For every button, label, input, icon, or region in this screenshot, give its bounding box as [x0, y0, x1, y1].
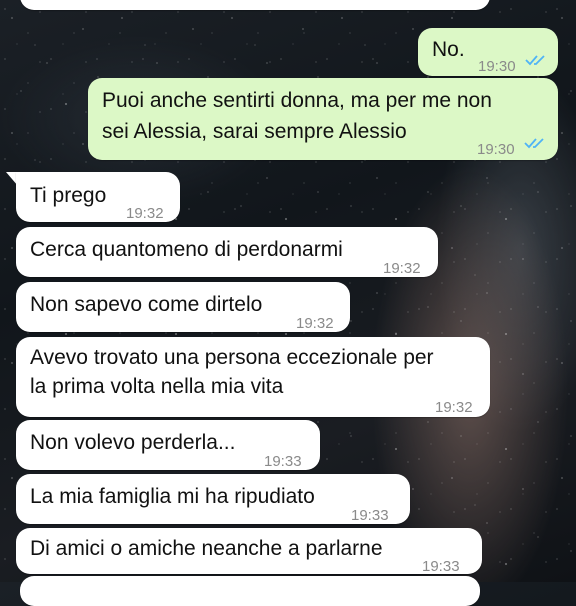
message-time: 19:32: [296, 315, 334, 332]
message-time: 19:33: [422, 558, 460, 575]
message-text-line: Avevo trovato una persona eccezionale pe…: [30, 346, 434, 369]
message-text-line: Puoi anche sentirti donna, ma per me non: [102, 89, 492, 112]
message-time: 19:32: [126, 205, 164, 222]
message-bubble-outgoing[interactable]: Puoi anche sentirti donna, ma per me non…: [88, 78, 558, 160]
message-text: Cerca quantomeno di perdonarmi: [30, 238, 343, 261]
message-bubble-partial-bottom: [20, 576, 480, 606]
message-bubble-incoming[interactable]: Di amici o amiche neanche a parlarne 19:…: [16, 528, 482, 575]
message-text-line: la prima volta nella mia vita: [30, 375, 284, 398]
double-check-icon: [525, 55, 545, 66]
message-text-line: sei Alessia, sarai sempre Alessio: [102, 120, 407, 143]
message-text: Non volevo perderla...: [30, 431, 236, 454]
message-bubble-incoming[interactable]: Avevo trovato una persona eccezionale pe…: [16, 337, 490, 417]
message-bubble-incoming[interactable]: Cerca quantomeno di perdonarmi 19:32: [16, 227, 438, 277]
message-bubble-incoming[interactable]: Non volevo perderla... 19:33: [16, 420, 320, 470]
message-text: Ti prego: [30, 184, 107, 207]
message-bubble-incoming[interactable]: Non sapevo come dirtelo 19:32: [16, 282, 350, 332]
message-text: No.: [432, 38, 465, 61]
message-text: Di amici o amiche neanche a parlarne: [30, 537, 383, 560]
message-bubble-incoming[interactable]: Ti prego 19:32: [16, 172, 180, 222]
message-time: 19:32: [435, 399, 473, 416]
double-check-icon: [524, 138, 544, 149]
message-time: 19:30: [477, 141, 515, 158]
message-bubble-incoming[interactable]: La mia famiglia mi ha ripudiato 19:33: [16, 474, 410, 524]
message-time: 19:32: [383, 260, 421, 277]
message-text: Non sapevo come dirtelo: [30, 293, 263, 316]
message-bubble-outgoing[interactable]: No. 19:30: [418, 28, 558, 76]
message-bubble-partial-top: [20, 0, 490, 10]
message-text: La mia famiglia mi ha ripudiato: [30, 485, 315, 508]
